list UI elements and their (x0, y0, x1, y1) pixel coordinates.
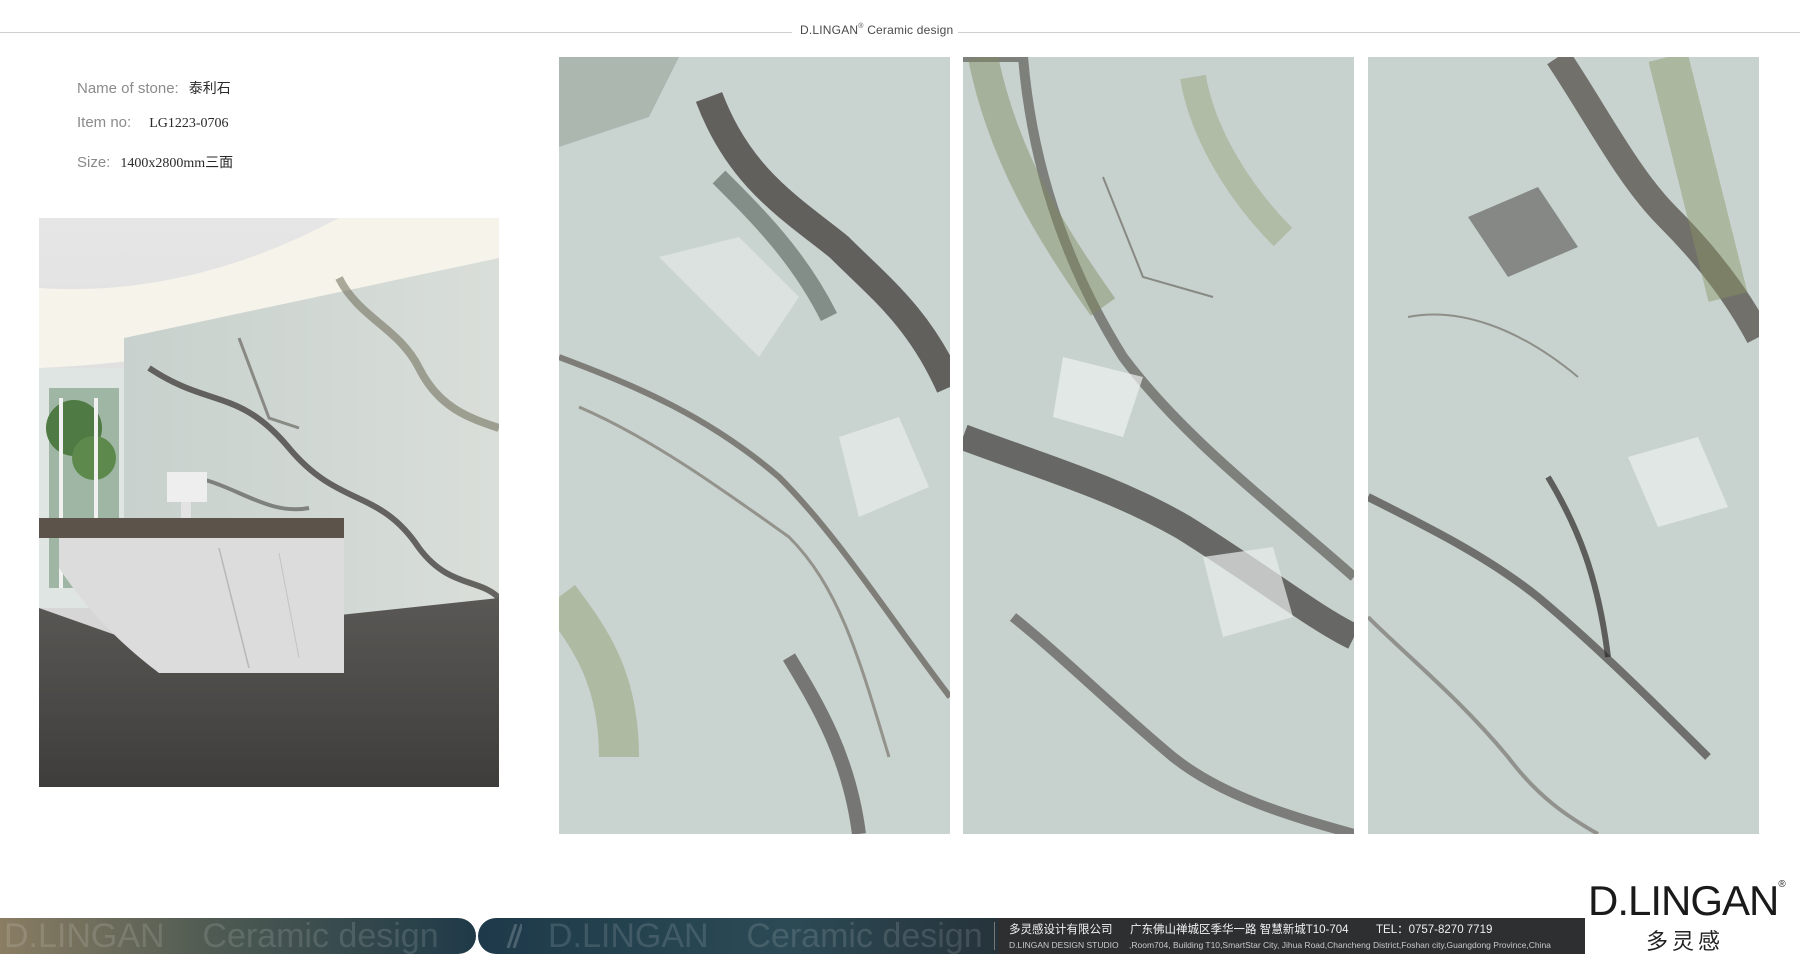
footer-ghost-brand-1: D.LINGAN (4, 918, 165, 954)
header-brand: D.LINGAN® Ceramic design (800, 23, 954, 37)
footer-company-cn: 多灵感设计有限公司 (1009, 924, 1113, 936)
footer-tel: TEL：0757-8270 7719 (1376, 924, 1493, 936)
spec-stone-name-value: 泰利石 (188, 82, 231, 97)
header-brand-name: D.LINGAN (800, 23, 859, 37)
footer-slash-icon (506, 924, 522, 948)
spec-item-no-value: LG1223-0706 (149, 116, 229, 131)
spec-size-value: 1400x2800mm三面 (120, 156, 234, 171)
stone-slab-1 (559, 57, 950, 834)
footer-ghost-tagline-1: Ceramic design (202, 918, 439, 954)
footer-ghost-text-2: D.LINGAN Ceramic design (548, 918, 983, 954)
footer-address-cn: 广东佛山禅城区季华一路 智慧新城T10-704 (1130, 924, 1349, 936)
brand-logo: D.LINGAN® 多灵感 (1588, 877, 1800, 954)
interior-photo (39, 218, 499, 787)
spec-size: Size: 1400x2800mm三面 (77, 152, 233, 172)
stone-slab-2 (963, 57, 1354, 834)
footer-band: D.LINGAN Ceramic design D.LINGAN Ceramic… (0, 918, 1585, 954)
footer-ghost-text-1: D.LINGAN Ceramic design (4, 918, 439, 954)
header-tagline: Ceramic design (867, 23, 954, 37)
spec-stone-name: Name of stone: 泰利石 (77, 78, 231, 98)
footer-ghost-brand-2: D.LINGAN (548, 918, 709, 954)
logo-trademark: ® (1778, 879, 1785, 890)
footer-company-en: D.LINGAN DESIGN STUDIO (1009, 940, 1119, 950)
footer-ghost-tagline-2: Ceramic design (746, 918, 983, 954)
spec-stone-name-label: Name of stone: (77, 80, 179, 97)
header-rule-right (958, 32, 1800, 33)
header-rule-left (0, 32, 792, 33)
spec-size-label: Size: (77, 154, 111, 171)
spec-item-no-label: Item no: (77, 114, 132, 131)
logo-text: D.LINGAN (1588, 877, 1779, 924)
spec-item-no: Item no: LG1223-0706 (77, 114, 229, 132)
footer-divider (994, 922, 995, 950)
stone-slab-3 (1368, 57, 1759, 834)
header-trademark: ® (858, 23, 864, 30)
logo-chinese: 多灵感 (1646, 929, 1725, 954)
footer-address-en: ,Room704, Building T10,SmartStar City, J… (1129, 940, 1551, 950)
